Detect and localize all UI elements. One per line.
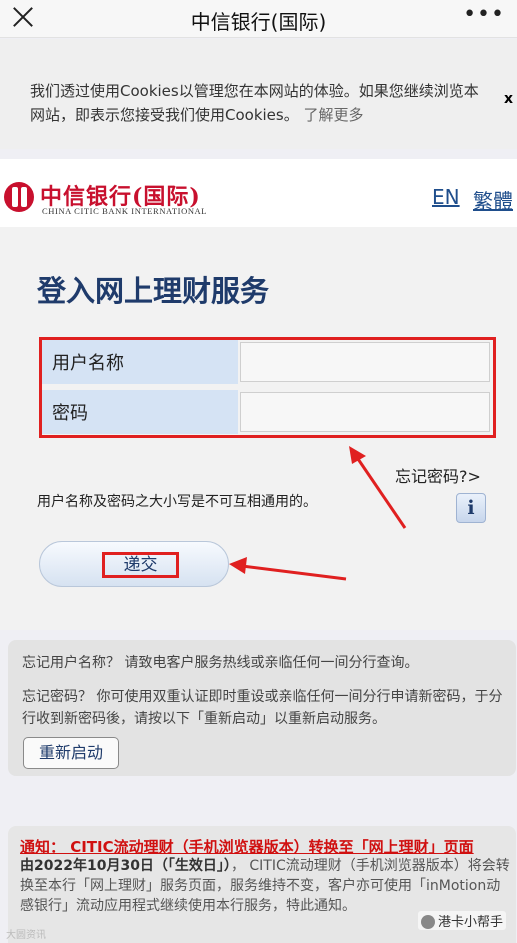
watermark-right-text: 港卡小帮手	[438, 915, 504, 930]
notice-title[interactable]: 通知： CITIC流动理财（手机浏览器版本）转换至「网上理财」页面	[20, 836, 474, 857]
citic-logo-icon	[4, 182, 34, 212]
cookie-close-button[interactable]: x	[504, 91, 513, 107]
submit-label: 递交	[102, 552, 179, 578]
cookie-banner: 我们透过使用Cookies以管理您在本网站的体验。如果您继续浏览本网站，即表示您…	[0, 39, 517, 149]
forgot-username-text: 忘记用户名称？ 请致电客户服务热线或亲临任何一间分行查询。	[22, 655, 419, 671]
language-english-link[interactable]: EN	[432, 185, 460, 209]
info-icon[interactable]: i	[456, 493, 486, 523]
submit-button[interactable]: 递交	[39, 541, 229, 587]
forgot-password-link[interactable]: 忘记密码?>	[395, 463, 481, 487]
credentials-highlight: 用户名称 密码	[39, 337, 496, 438]
watermark-left: 大圆资讯	[6, 930, 46, 941]
username-label: 用户名称	[42, 340, 238, 384]
site-header: 中信银行(国际) CHINA CITIC BANK INTERNATIONAL …	[0, 159, 517, 227]
cookie-message: 我们透过使用Cookies以管理您在本网站的体验。如果您继续浏览本网站，即表示您…	[30, 79, 490, 127]
login-panel: 登入网上理财服务 用户名称 密码 忘记密码?> 用户名称及密码之大小写是不可互相…	[0, 227, 517, 630]
case-sensitivity-note: 用户名称及密码之大小写是不可互相通用的。	[37, 494, 317, 510]
forgot-password-text: 忘记密码？ 你可使用双重认证即时重设或亲临任何一间分行申请新密码，于分行收到新密…	[22, 689, 503, 727]
language-traditional-chinese-link[interactable]: 繁體	[473, 185, 513, 214]
username-input[interactable]	[240, 342, 490, 382]
password-input[interactable]	[240, 392, 490, 432]
watermark-right: 港卡小帮手	[418, 911, 507, 930]
notice-body: 由2022年10月30日（「生效日」）， CITIC流动理财（手机浏览器版本）将…	[20, 856, 512, 916]
more-options-icon[interactable]: •••	[463, 4, 505, 26]
wechat-icon	[421, 915, 435, 929]
page-title: 登入网上理财服务	[37, 274, 270, 308]
help-section: 忘记用户名称？ 请致电客户服务热线或亲临任何一间分行查询。 忘记密码？ 你可使用…	[8, 640, 516, 776]
username-row: 用户名称	[42, 340, 493, 384]
window-title: 中信银行(国际)	[190, 10, 327, 34]
logo-english-name: CHINA CITIC BANK INTERNATIONAL	[42, 206, 208, 216]
title-bar: 中信银行(国际) •••	[0, 0, 517, 38]
restart-button[interactable]: 重新启动	[23, 737, 119, 769]
notice-effective-date: 由2022年10月30日（「生效日」）	[20, 858, 231, 874]
password-label: 密码	[42, 390, 238, 434]
password-row: 密码	[42, 390, 493, 434]
cookie-text: 我们透过使用Cookies以管理您在本网站的体验。如果您继续浏览本网站，即表示您…	[30, 82, 479, 124]
learn-more-link[interactable]: 了解更多	[304, 106, 364, 124]
